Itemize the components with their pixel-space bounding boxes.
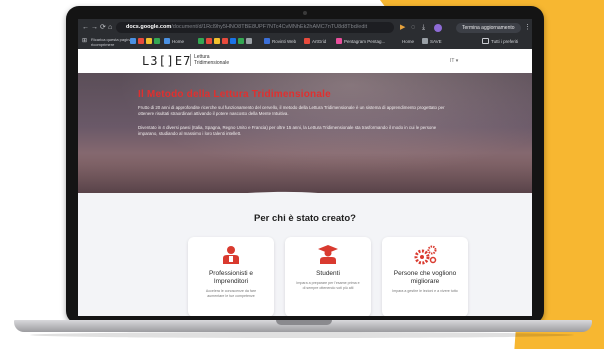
site-header: L3[]E7 Lettura Tridimensionale IT ▾ xyxy=(78,49,532,73)
gears-icon xyxy=(414,245,437,265)
home-icon[interactable]: ⌂ xyxy=(108,23,112,32)
card-professionals[interactable]: Professionisti e Imprenditori Accelera l… xyxy=(188,237,274,316)
profile-avatar[interactable] xyxy=(434,24,442,32)
site-logo[interactable]: L3[]E7 xyxy=(142,54,191,68)
menu-icon[interactable]: ⋮ xyxy=(524,23,531,32)
logo-tagline: Lettura Tridimensionale xyxy=(190,54,229,66)
url-path: /document/d/1Rcl9hy5HNO8TBE8UPF7NTc4CvMN… xyxy=(171,24,368,30)
url-domain: docs.google.com xyxy=(126,24,172,30)
back-icon[interactable]: ← xyxy=(82,23,89,32)
recompress-label: ricomprimere xyxy=(91,42,115,47)
audience-section: Per chi è stato creato? Professionisti e… xyxy=(78,193,532,316)
bookmark-favicon-icon xyxy=(422,38,428,44)
folder-icon xyxy=(482,38,489,44)
card-text: Impara a preparare per l'esame prima e d… xyxy=(296,281,360,290)
bookmark-home-2[interactable]: Home xyxy=(402,38,414,46)
browser-chrome: ← → ⟳ ⌂ docs.google.com/document/d/1Rcl9… xyxy=(78,19,532,49)
all-bookmarks[interactable]: Tutti i preferiti xyxy=(482,38,518,46)
camera-icon xyxy=(303,11,307,15)
extensions-puzzle-icon[interactable]: ◌ xyxy=(411,23,415,32)
graduate-icon xyxy=(318,245,338,264)
bookmark-favicon-icon xyxy=(264,38,270,44)
card-students[interactable]: Studenti Impara a preparare per l'esame … xyxy=(285,237,371,316)
bookmark-save[interactable]: SAVE xyxy=(422,38,442,46)
finish-update-button[interactable]: Termina aggiornamento xyxy=(456,23,521,33)
bookmark-favicon-icon xyxy=(336,38,342,44)
laptop-lid: ← → ⟳ ⌂ docs.google.com/document/d/1Rcl9… xyxy=(66,6,544,324)
language-selector[interactable]: IT ▾ xyxy=(450,58,458,64)
bookmark-pentagram[interactable]: Pentagram Pentag... xyxy=(336,38,385,46)
address-bar[interactable]: docs.google.com/document/d/1Rcl9hy5HNO8T… xyxy=(116,22,394,33)
hero-paragraph-2: Diventato in 4 diversi paesi (Italia, Sp… xyxy=(138,125,437,136)
professional-icon xyxy=(223,246,239,264)
browser-toolbar: ← → ⟳ ⌂ docs.google.com/document/d/1Rcl9… xyxy=(78,21,532,35)
card-self-improvers[interactable]: Persone che vogliono migliorare Impara a… xyxy=(382,237,468,316)
bookmark-favicon-icon xyxy=(304,38,310,44)
bookmark-rovinti-web[interactable]: Rovinti Web xyxy=(264,38,296,46)
reload-icon[interactable]: ⟳ xyxy=(100,23,106,32)
card-title: Studenti xyxy=(316,270,340,277)
bookmark-artgrid[interactable]: ArtGrid xyxy=(304,38,326,46)
hero-section: Il Metodo della Lettura Tridimensionale … xyxy=(78,73,532,193)
section-title: Per chi è stato creato? xyxy=(254,213,356,224)
hero-title: Il Metodo della Lettura Tridimensionale xyxy=(138,89,331,100)
bookmark-home[interactable]: Home xyxy=(164,38,184,46)
laptop-notch xyxy=(276,320,332,325)
card-title: Professionisti e Imprenditori xyxy=(208,270,254,285)
apps-icon[interactable]: ⊞ xyxy=(82,37,87,46)
bookmarks-bar: ⊞ Ricarica questa pagina ricomprimere Ho… xyxy=(78,36,532,48)
download-icon[interactable]: ⤓ xyxy=(422,23,425,32)
laptop-screen: ← → ⟳ ⌂ docs.google.com/document/d/1Rcl9… xyxy=(78,19,532,316)
laptop-base xyxy=(14,320,592,332)
card-text: Impara a gestire le lezioni e a vivere t… xyxy=(392,289,458,293)
card-title: Persone che vogliono migliorare xyxy=(393,270,457,285)
laptop-shadow xyxy=(30,332,574,338)
forward-icon[interactable]: → xyxy=(91,23,98,32)
card-text: Accelera le conoscenze da fare aumentare… xyxy=(205,289,257,298)
hero-paragraph-1: Frutto di 20 anni di approfondite ricerc… xyxy=(138,105,445,116)
extension-icon[interactable]: ▶ xyxy=(400,23,405,32)
bookmark-favicon-icon xyxy=(164,38,170,44)
